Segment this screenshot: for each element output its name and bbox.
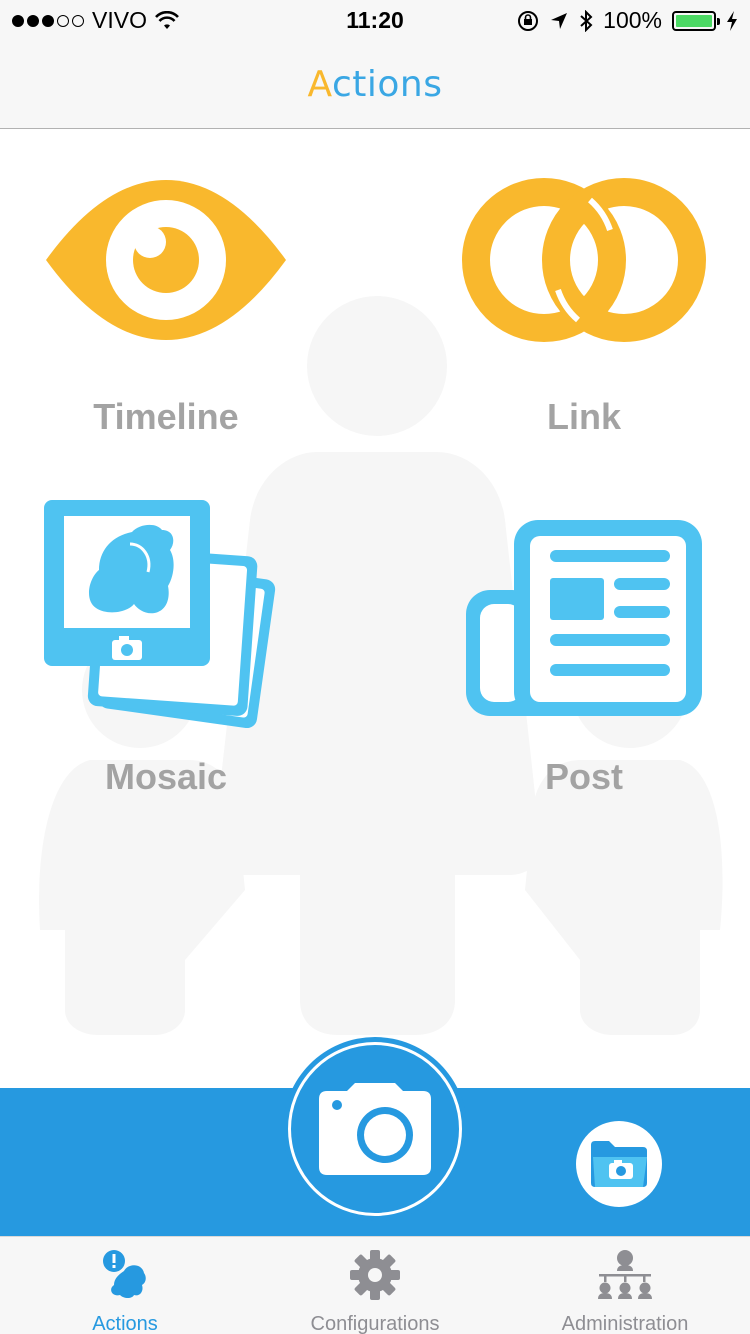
tab-actions[interactable]: Actions (0, 1237, 250, 1334)
tab-configurations-icon-wrap (345, 1249, 405, 1301)
tab-administration[interactable]: Administration (500, 1237, 750, 1334)
actions-content: Timeline Link Mosaic Post (0, 130, 750, 1088)
status-right: 100% (517, 7, 738, 34)
link-action-button[interactable]: Link (434, 140, 734, 470)
folder-camera-icon (591, 1141, 647, 1187)
tab-configurations-label: Configurations (310, 1313, 440, 1334)
battery-percent: 100% (603, 7, 662, 33)
mosaic-icon-wrap (36, 500, 296, 740)
photo-stack-icon (44, 500, 276, 729)
link-icon-wrap (454, 140, 714, 380)
navigation-bar: Actions (0, 40, 750, 129)
charging-bolt-icon (727, 10, 737, 31)
post-label: Post (544, 756, 623, 797)
tab-bar: Actions Configurations Administration (0, 1236, 750, 1334)
camera-icon (319, 1083, 431, 1175)
page-title: Actions (307, 64, 442, 105)
tab-configurations[interactable]: Configurations (250, 1237, 500, 1334)
camera-button-ring (288, 1042, 462, 1216)
status-bar: VIVO 11:20 100% (0, 0, 750, 40)
orientation-lock-icon (518, 10, 539, 31)
linked-rings-icon (462, 178, 706, 342)
timeline-action-button[interactable]: Timeline (16, 140, 316, 470)
tab-actions-icon-wrap (95, 1249, 155, 1301)
child-alert-icon (103, 1250, 146, 1298)
bluetooth-icon (580, 9, 593, 32)
timeline-label: Timeline (93, 396, 239, 437)
tab-administration-icon-wrap (595, 1249, 655, 1301)
app-screen: VIVO 11:20 100% Actions Timeline Link Mo… (0, 0, 750, 1334)
eye-icon (46, 180, 286, 340)
post-icon-wrap (454, 500, 714, 740)
battery-icon (672, 10, 720, 31)
tab-actions-label: Actions (92, 1313, 158, 1334)
page-title-first-letter: A (307, 63, 332, 105)
gallery-button[interactable] (576, 1121, 662, 1207)
gear-icon (350, 1250, 400, 1300)
hierarchy-icon (598, 1250, 652, 1299)
mosaic-label: Mosaic (104, 756, 228, 797)
newspaper-icon (466, 520, 702, 716)
page-title-rest: ctions (331, 63, 443, 105)
camera-button[interactable] (283, 1037, 467, 1221)
post-action-button[interactable]: Post (434, 500, 734, 830)
timeline-icon-wrap (36, 140, 296, 380)
tab-administration-label: Administration (561, 1313, 689, 1334)
mosaic-action-button[interactable]: Mosaic (16, 500, 316, 830)
location-arrow-icon (551, 12, 568, 29)
link-label: Link (546, 396, 621, 437)
